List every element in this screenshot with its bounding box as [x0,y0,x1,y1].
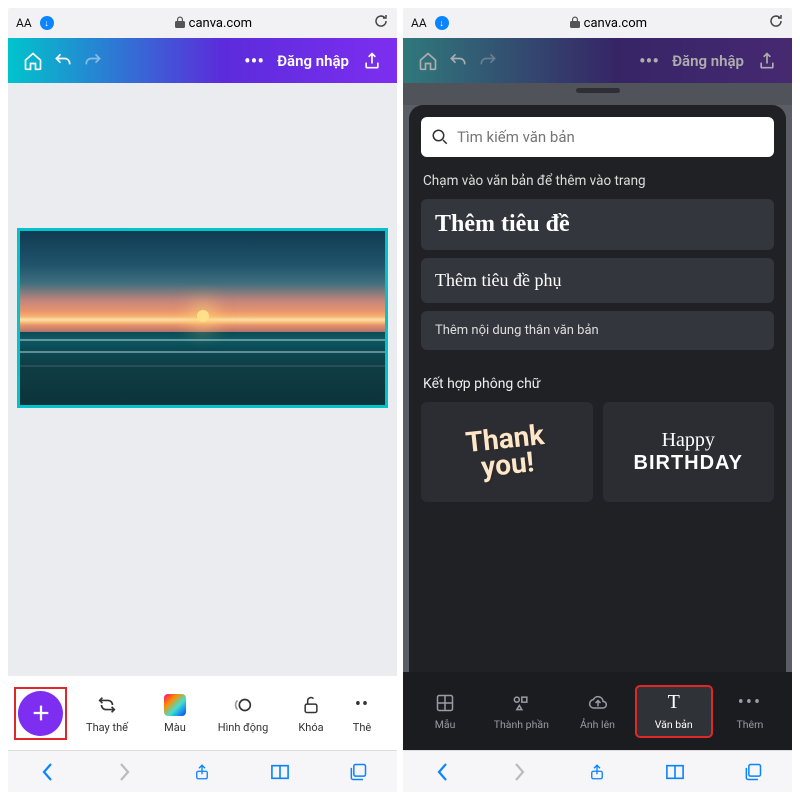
more-tools[interactable]: •• Thê [347,693,377,734]
reload-icon[interactable] [373,13,389,33]
add-heading-button[interactable]: Thêm tiêu đề [421,199,774,250]
reload-icon[interactable] [768,13,784,33]
home-button[interactable] [413,46,443,76]
font-combo-happy-birthday[interactable]: HappyBIRTHDAY [603,402,775,502]
animation-label: Hình động [218,721,269,734]
sheet-handle[interactable] [403,83,792,105]
font-combo-row: Thankyou! HappyBIRTHDAY [421,402,774,502]
animation-tool[interactable]: Hình động [211,693,275,734]
phone-left: AA ↓ canva.com ••• Đăng nhập [8,8,397,792]
redo-button[interactable] [473,46,503,76]
replace-icon [95,693,119,717]
sunset-photo [20,231,385,405]
elements-tab[interactable]: Thành phần [483,686,559,737]
safari-tabs-button[interactable] [741,760,765,784]
text-search-field[interactable] [421,117,774,157]
lock-tool[interactable]: Khóa [279,693,343,734]
add-body-text-button[interactable]: Thêm nội dung thân văn bản [421,311,774,350]
more-label: Thêm [737,718,764,731]
text-icon: T [663,692,685,714]
safari-back-button[interactable] [35,760,59,784]
undo-button[interactable] [48,46,78,76]
safari-tab-bar [8,750,397,792]
text-panel-area: Chạm vào văn bản để thêm vào trang Thêm … [403,83,792,672]
templates-icon [434,692,456,714]
editor-bottom-bar: Thay thế Màu Hình động Khóa •• Thê [8,675,397,750]
tap-hint: Chạm vào văn bản để thêm vào trang [423,173,772,189]
more-menu-button[interactable]: ••• [239,46,269,76]
home-button[interactable] [18,46,48,76]
color-icon [163,693,187,717]
font-combo-label: Kết hợp phông chữ [423,376,772,392]
text-sheet: Chạm vào văn bản để thêm vào trang Thêm … [409,105,786,672]
add-subheading-button[interactable]: Thêm tiêu đề phụ [421,258,774,303]
elements-label: Thành phần [494,718,549,731]
more-tab[interactable]: ••• Thêm [712,686,788,737]
url-text: canva.com [189,16,252,31]
safari-back-button[interactable] [430,760,454,784]
canva-toolbar: ••• Đăng nhập [8,38,397,83]
export-button[interactable] [357,46,387,76]
url-display[interactable]: canva.com [457,16,760,31]
elements-icon [510,692,532,714]
safari-share-button[interactable] [190,760,214,784]
search-icon [431,128,449,146]
login-button[interactable]: Đăng nhập [277,52,349,70]
safari-bookmarks-button[interactable] [663,760,687,784]
lock-label: Khóa [298,721,323,734]
text-search-input[interactable] [457,128,764,146]
selected-image[interactable] [17,228,388,408]
templates-tab[interactable]: Mẫu [407,686,483,737]
add-button[interactable] [18,691,63,736]
safari-forward-button[interactable] [508,760,532,784]
safari-address-bar: AA ↓ canva.com [403,8,792,38]
login-button[interactable]: Đăng nhập [672,52,744,70]
url-text: canva.com [584,16,647,31]
safari-forward-button[interactable] [113,760,137,784]
lock-icon [175,16,185,31]
download-indicator[interactable]: ↓ [435,16,449,30]
replace-label: Thay thế [86,721,128,734]
undo-button[interactable] [443,46,473,76]
more-icon: ••• [739,692,761,714]
safari-tab-bar [403,750,792,792]
more-dots-icon: •• [350,693,374,717]
uploads-label: Ảnh lên [580,718,615,731]
lock-icon [570,16,580,31]
uploads-tab[interactable]: Ảnh lên [559,686,635,737]
canvas-area[interactable] [8,83,397,675]
editor-bottom-bar-dark: Mẫu Thành phần Ảnh lên T Văn bản ••• Thê… [403,672,792,750]
export-button[interactable] [752,46,782,76]
templates-label: Mẫu [435,718,456,731]
more-menu-button[interactable]: ••• [634,46,664,76]
url-display[interactable]: canva.com [62,16,365,31]
canva-toolbar-dimmed: ••• Đăng nhập [403,38,792,83]
color-tool[interactable]: Màu [143,693,207,734]
lock-open-icon [299,693,323,717]
reader-aa-button[interactable]: AA [411,16,427,30]
replace-tool[interactable]: Thay thế [75,693,139,734]
download-indicator[interactable]: ↓ [40,16,54,30]
phone-right: AA ↓ canva.com ••• Đăng nhập [403,8,792,792]
animation-icon [231,693,255,717]
color-label: Màu [164,721,186,734]
text-tab[interactable]: T Văn bản [636,686,712,737]
text-label: Văn bản [655,718,693,731]
safari-address-bar: AA ↓ canva.com [8,8,397,38]
more-label-cut: Thê [353,721,371,734]
redo-button[interactable] [78,46,108,76]
reader-aa-button[interactable]: AA [16,16,32,30]
font-combo-thank-you[interactable]: Thankyou! [421,402,593,502]
safari-bookmarks-button[interactable] [268,760,292,784]
safari-share-button[interactable] [585,760,609,784]
uploads-icon [587,692,609,714]
safari-tabs-button[interactable] [346,760,370,784]
add-button-highlight [14,687,67,740]
